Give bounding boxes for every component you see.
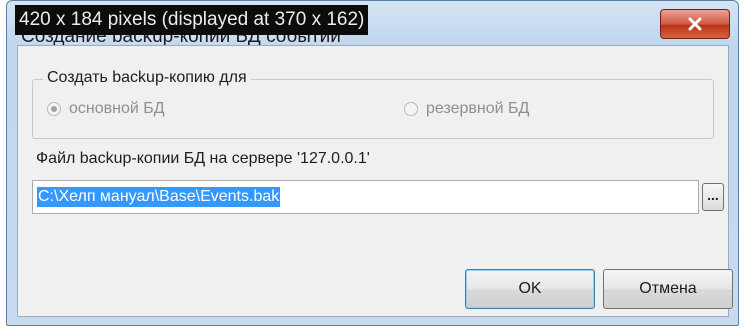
close-button[interactable]: [660, 9, 730, 39]
title-bar[interactable]: Создание backup-копии БД событий 420 x 1…: [7, 1, 738, 47]
radio-checked-icon: [47, 102, 61, 116]
cancel-button[interactable]: Отмена: [603, 269, 733, 309]
radio-main-db-label: основной БД: [69, 100, 165, 117]
backup-file-label: Файл backup-копии БД на сервере '127.0.0…: [36, 150, 370, 167]
browse-button[interactable]: ...: [702, 183, 724, 211]
ok-button[interactable]: OK: [465, 269, 595, 309]
close-icon: [687, 16, 703, 32]
radio-unchecked-icon: [404, 102, 418, 116]
backup-path-value: C:\Хелп мануал\Base\Events.bak: [37, 187, 281, 207]
image-size-caption: 420 x 184 pixels (displayed at 370 x 162…: [15, 5, 369, 35]
backup-target-legend: Создать backup-копию для: [43, 69, 251, 87]
radio-reserve-db[interactable]: резервной БД: [404, 100, 529, 118]
dialog-body: Создать backup-копию для основной БД рез…: [17, 45, 733, 317]
radio-reserve-db-label: резервной БД: [426, 100, 530, 117]
backup-path-input[interactable]: C:\Хелп мануал\Base\Events.bak: [32, 180, 699, 214]
radio-main-db[interactable]: основной БД: [47, 100, 165, 118]
backup-target-group: Создать backup-копию для основной БД рез…: [32, 69, 714, 139]
dialog-window: Создание backup-копии БД событий 420 x 1…: [6, 0, 739, 326]
